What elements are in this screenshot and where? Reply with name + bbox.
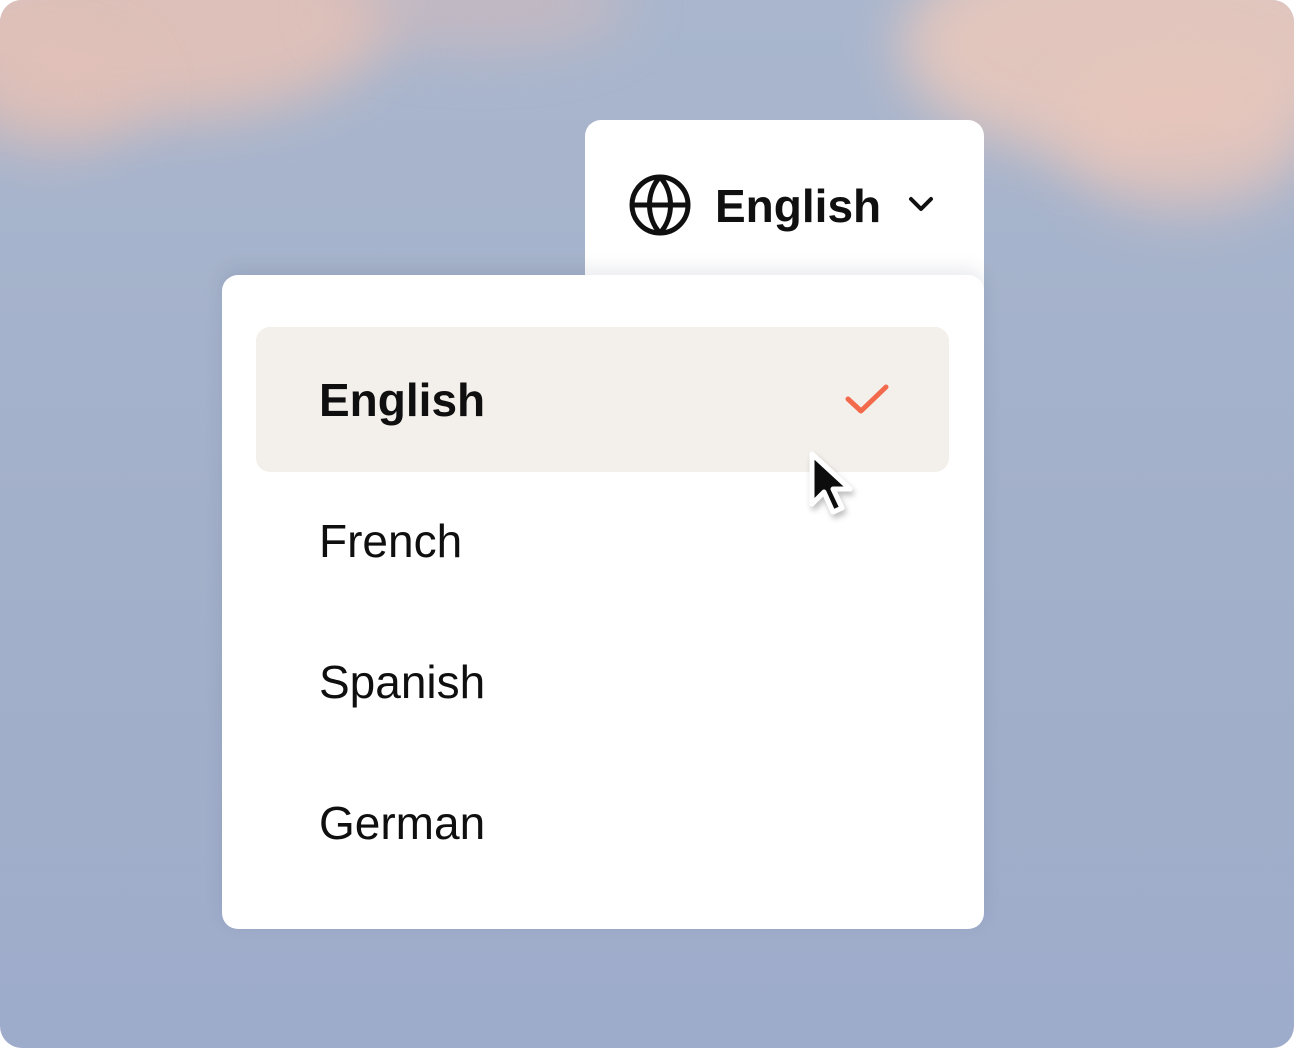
language-selector[interactable]: English — [585, 120, 984, 295]
language-option-label: Spanish — [319, 656, 486, 708]
chevron-down-icon — [909, 197, 933, 211]
globe-icon — [629, 174, 691, 236]
selected-language-label: English — [715, 180, 882, 232]
mouse-pointer-icon — [809, 451, 853, 515]
language-option-label: French — [319, 515, 463, 567]
language-option-spanish[interactable]: Spanish — [256, 609, 949, 754]
check-icon — [845, 384, 889, 414]
cloud-decoration — [1060, 60, 1294, 210]
language-option-german[interactable]: German — [256, 750, 949, 895]
background-scene: English English French Spanish German — [0, 0, 1294, 1048]
language-selector-button[interactable]: English — [585, 120, 984, 290]
language-option-label: English — [319, 374, 486, 426]
language-option-label: German — [319, 797, 486, 849]
language-dropdown-menu: English French Spanish German — [222, 275, 984, 929]
